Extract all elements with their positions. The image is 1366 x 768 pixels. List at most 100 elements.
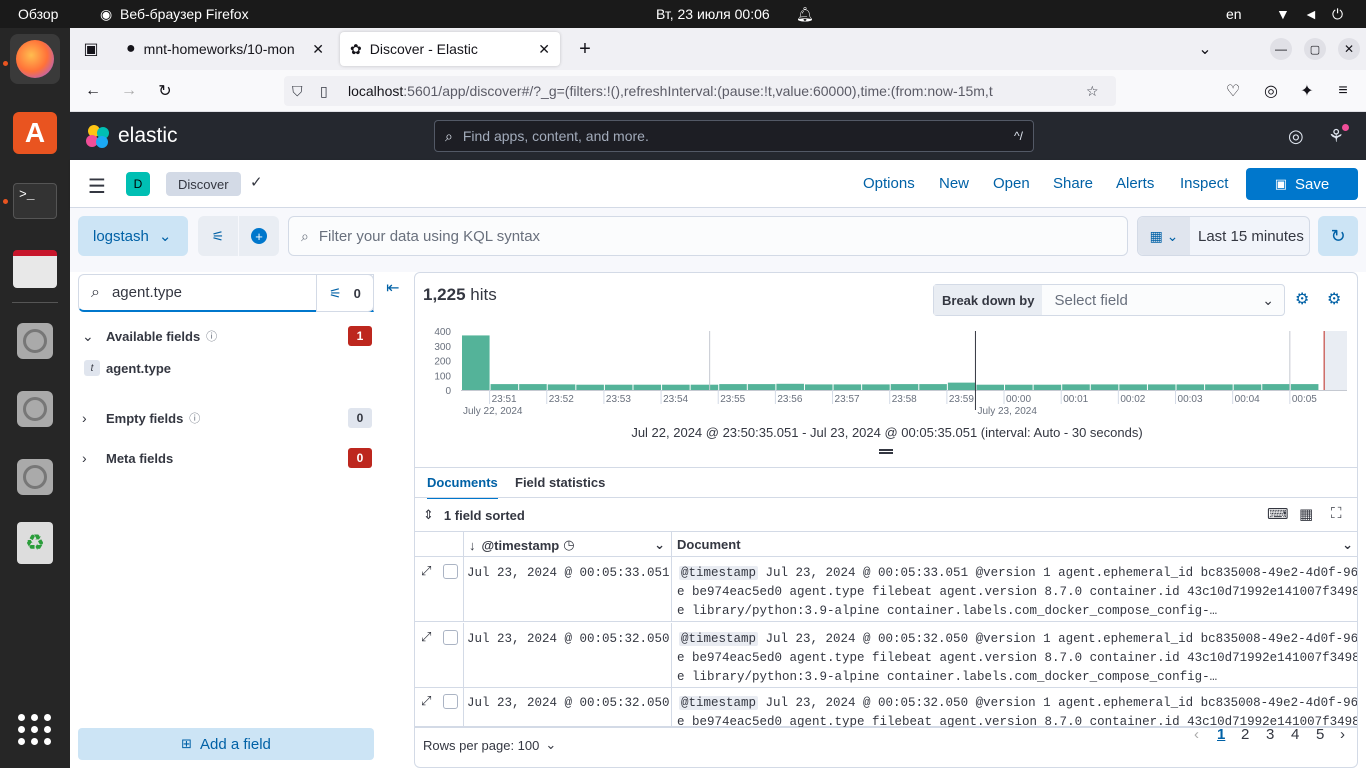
field-type-filter[interactable]: ⚟ 0 xyxy=(316,274,374,312)
chevron-down-icon[interactable]: ⌄ xyxy=(654,537,665,553)
histogram-bar[interactable] xyxy=(776,383,804,390)
firefox-icon[interactable] xyxy=(10,34,60,84)
histogram-bar[interactable] xyxy=(804,384,833,390)
refresh-button[interactable]: ↻ xyxy=(1318,216,1358,256)
resize-handle[interactable] xyxy=(879,449,893,454)
save-button[interactable]: ▣ Save xyxy=(1246,168,1358,200)
tab-documents[interactable]: Documents xyxy=(427,475,498,499)
account-icon[interactable]: ◎ xyxy=(1260,80,1282,102)
terminal-icon[interactable]: >_ xyxy=(10,176,60,226)
forward-icon[interactable]: → xyxy=(118,80,140,102)
bell-icon[interactable]: 🔔︎ xyxy=(796,6,814,23)
tab-field-statistics[interactable]: Field statistics xyxy=(515,475,605,490)
page-2-button[interactable]: 2 xyxy=(1241,726,1249,743)
data-view-picker[interactable]: logstash ⌄ xyxy=(78,216,188,256)
trash-icon[interactable]: ♻ xyxy=(10,518,60,568)
list-tabs-icon[interactable]: ⌄ xyxy=(1194,38,1216,60)
global-search[interactable]: ⌕ Find apps, content, and more. ^/ xyxy=(434,120,1034,152)
keyboard-layout[interactable]: en xyxy=(1226,6,1242,22)
options-button[interactable]: Options xyxy=(863,175,915,192)
add-filter-button[interactable]: + xyxy=(239,216,279,256)
row-checkbox[interactable] xyxy=(443,694,458,709)
histogram-bar[interactable] xyxy=(947,382,976,390)
meta-fields-section[interactable]: › Meta fields 0 xyxy=(82,446,372,470)
histogram-bar[interactable] xyxy=(747,384,776,390)
page-info-icon[interactable]: ▯ xyxy=(320,83,338,100)
field-item-agent-type[interactable]: t agent.type xyxy=(84,360,171,376)
expand-row-icon[interactable]: ⤢ xyxy=(421,629,431,645)
rows-per-page-selector[interactable]: Rows per page: 100 ⌄ xyxy=(423,737,556,753)
empty-fields-section[interactable]: › Empty fields ⓘ 0 xyxy=(82,406,372,430)
fullscreen-icon[interactable]: ⛶ xyxy=(1331,505,1342,522)
expand-row-icon[interactable]: ⤢ xyxy=(421,693,431,709)
breadcrumb[interactable]: Discover xyxy=(166,172,241,196)
maximize-icon[interactable]: ▢ xyxy=(1304,38,1326,60)
filter-menu-button[interactable]: ⚟ xyxy=(198,216,238,256)
page-3-button[interactable]: 3 xyxy=(1266,726,1274,743)
minimize-icon[interactable]: — xyxy=(1270,38,1292,60)
tab-github[interactable]: ● mnt-homeworks/10-mon ✕ xyxy=(116,32,334,66)
reload-icon[interactable]: ↻ xyxy=(154,80,176,102)
disk-icon[interactable] xyxy=(10,316,60,366)
close-tab-icon[interactable]: ✕ xyxy=(312,41,324,58)
elastic-logo[interactable]: elastic xyxy=(86,124,178,148)
app-grid-icon[interactable] xyxy=(10,704,60,754)
histogram-bar[interactable] xyxy=(1262,384,1290,390)
histogram-bar[interactable] xyxy=(662,384,690,390)
url-bar[interactable]: ⛉ ▯ localhost:5601/app/discover#/?_g=(fi… xyxy=(284,76,1116,106)
alerts-button[interactable]: Alerts xyxy=(1116,175,1154,192)
shield-icon[interactable]: ⛉ xyxy=(292,83,312,100)
next-page-icon[interactable]: › xyxy=(1340,726,1345,743)
space-avatar[interactable]: D xyxy=(126,172,150,196)
timestamp-column-header[interactable]: ↓ @timestamp ◷ ⌄ xyxy=(469,537,665,553)
histogram-bar[interactable] xyxy=(690,384,719,390)
disk-icon[interactable] xyxy=(10,384,60,434)
clock[interactable]: Вт, 23 июля 00:06 xyxy=(656,6,770,22)
histogram-bar[interactable] xyxy=(1205,384,1233,390)
chart-options-icon[interactable]: ⚙ xyxy=(1295,289,1309,309)
extensions-icon[interactable]: ✦ xyxy=(1296,80,1318,102)
wifi-icon[interactable]: ▼ xyxy=(1276,6,1290,22)
close-tab-icon[interactable]: ✕ xyxy=(538,41,550,58)
histogram-bar[interactable] xyxy=(1290,384,1319,390)
histogram-bar[interactable] xyxy=(862,384,890,390)
new-tab-icon[interactable]: + xyxy=(574,38,596,60)
available-fields-section[interactable]: ⌄ Available fields ⓘ 1 xyxy=(82,324,372,348)
sort-indicator[interactable]: ⇕ 1 field sorted xyxy=(423,507,525,523)
help-icon[interactable]: ◎ xyxy=(1288,126,1304,147)
histogram-bar[interactable] xyxy=(890,384,919,390)
histogram-bar[interactable] xyxy=(1062,384,1090,390)
breakdown-selector[interactable]: Break down by Select field ⌄ xyxy=(933,284,1285,316)
software-center-icon[interactable]: A xyxy=(10,108,60,158)
share-button[interactable]: Share xyxy=(1053,175,1093,192)
open-button[interactable]: Open xyxy=(993,175,1030,192)
menu-icon[interactable]: ≡ xyxy=(1332,80,1354,102)
table-row[interactable]: ⤢ Jul 23, 2024 @ 00:05:32.050 @timestamp J… xyxy=(415,623,1357,688)
files-icon[interactable] xyxy=(10,244,60,294)
disk-icon[interactable] xyxy=(10,452,60,502)
bookmark-star-icon[interactable]: ☆ xyxy=(1086,83,1099,100)
volume-icon[interactable]: ◄ xyxy=(1304,6,1318,22)
app-menu[interactable]: Веб-браузер Firefox xyxy=(120,6,249,22)
page-5-button[interactable]: 5 xyxy=(1316,726,1324,743)
histogram-bar[interactable] xyxy=(1233,384,1262,390)
nav-menu-icon[interactable]: ☰ xyxy=(88,174,106,199)
date-picker[interactable]: ▦ ⌄ Last 15 minutes xyxy=(1137,216,1310,256)
expand-row-icon[interactable]: ⤢ xyxy=(421,563,431,579)
histogram-bar[interactable] xyxy=(1033,384,1062,390)
histogram-bar[interactable] xyxy=(1147,384,1176,390)
calendar-icon[interactable]: ▦ ⌄ xyxy=(1138,217,1190,255)
add-field-button[interactable]: ⊞ Add a field xyxy=(78,728,374,760)
tab-overview-icon[interactable]: ▣ xyxy=(80,38,102,60)
row-checkbox[interactable] xyxy=(443,630,458,645)
page-4-button[interactable]: 4 xyxy=(1291,726,1299,743)
histogram-bar[interactable] xyxy=(462,335,490,390)
tab-discover[interactable]: ✿ Discover - Elastic ✕ xyxy=(340,32,560,66)
histogram-chart[interactable]: 400 300 200 100 0 23:51 23:52 23:53 23:54 23:55 23… xyxy=(415,321,1358,461)
histogram-bar[interactable] xyxy=(604,384,633,390)
row-checkbox[interactable] xyxy=(443,564,458,579)
close-window-icon[interactable]: ✕ xyxy=(1338,38,1360,60)
chevron-down-icon[interactable]: ⌄ xyxy=(1342,537,1353,553)
histogram-bar[interactable] xyxy=(833,384,862,390)
back-icon[interactable]: ← xyxy=(82,80,104,102)
